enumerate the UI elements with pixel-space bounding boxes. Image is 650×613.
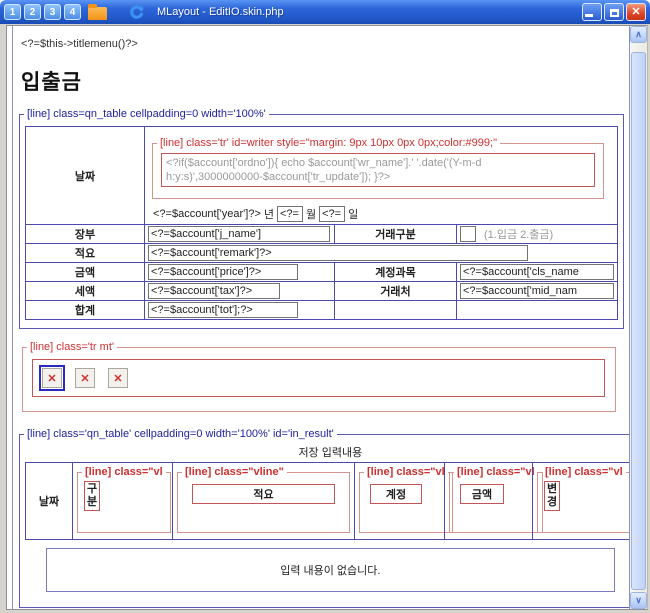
col-label-gubun: 구분 [84, 481, 100, 511]
scroll-thumb[interactable] [631, 52, 646, 590]
vline-legend: [line] class="vl [82, 466, 166, 478]
trade-type-input[interactable] [460, 226, 476, 242]
vline-fieldset: [line] class="vl 금액 [449, 466, 543, 533]
tab-button-2[interactable]: 2 [24, 4, 41, 20]
vline-legend: [line] class="vline" [182, 466, 287, 478]
page-title: 입출금 [21, 66, 626, 96]
empty-result-box: 입력 내용이 없습니다. [46, 548, 615, 592]
vertical-scrollbar[interactable]: ∧ ∨ [630, 26, 647, 609]
table-row-tax: 세액 거래처 [26, 281, 617, 300]
row-label2: 계정과목 [334, 263, 456, 281]
result-header-row: 날짜 [line] class="vl 구분 [line] class="vli… [25, 462, 630, 540]
vline-fieldset: [line] class="vl 계정 [359, 466, 453, 533]
broken-image-button-2[interactable]: ✕ [75, 368, 95, 388]
result-caption: 저장 입력내용 [24, 444, 630, 460]
vline-legend: [line] class="vl [364, 466, 448, 478]
window-title: MLayout - EditIO.skin.php [157, 6, 284, 18]
vline-fieldset: [line] class="vline" 적요 [177, 466, 350, 533]
folder-icon[interactable] [88, 7, 107, 20]
price-input[interactable] [148, 264, 298, 280]
writer-code-box: <?if($account['ordno']){ echo $account['… [161, 153, 595, 187]
writer-line-legend: [line] class='tr' id=writer style="margi… [157, 137, 500, 149]
vline-fieldset: [line] class="vl 구분 [77, 466, 171, 533]
broken-image-button-3[interactable]: ✕ [108, 368, 128, 388]
row-label: 세액 [26, 282, 144, 300]
writer-line-fieldset: [line] class='tr' id=writer style="margi… [152, 137, 604, 199]
empty-result-message: 입력 내용이 없습니다. [280, 562, 380, 578]
year-code: <?=$account['year']?> [153, 208, 261, 220]
row-label: 적요 [26, 244, 144, 262]
close-button[interactable]: ✕ [626, 3, 646, 21]
table-row-price: 금액 계정과목 [26, 262, 617, 281]
row-label: 장부 [26, 225, 144, 243]
result-col-gubun: [line] class="vl 구분 [72, 463, 172, 539]
content-viewport: <?=$this->titlemenu()?> 입출금 [line] class… [6, 25, 648, 610]
day-unit: 일 [348, 206, 358, 222]
empty-cell [334, 301, 456, 319]
empty-cell [456, 301, 617, 319]
in-result-fieldset: [line] class='qn_table' cellpadding=0 wi… [19, 428, 630, 608]
titlemenu-code: <?=$this->titlemenu()?> [21, 38, 626, 50]
scroll-up-icon[interactable]: ∧ [630, 26, 647, 43]
tab-button-3[interactable]: 3 [44, 4, 61, 20]
tab-button-4[interactable]: 4 [64, 4, 81, 20]
date-cell: [line] class='tr' id=writer style="margi… [144, 127, 617, 224]
qn-table-legend: [line] class=qn_table cellpadding=0 widt… [24, 108, 269, 120]
result-col-byeongyeong: [line] class="vl 변경 [532, 463, 630, 539]
clsname-input[interactable] [460, 264, 614, 280]
content-frame: <?=$this->titlemenu()?> 입출금 [line] class… [0, 24, 650, 613]
table-row-jangbu: 장부 거래구분 (1.입금 2.출금) [26, 224, 617, 243]
scroll-track[interactable] [630, 43, 647, 52]
col-label-byeongyeong: 변경 [544, 481, 560, 511]
year-unit: 년 [264, 206, 274, 222]
button-wrap: ✕ [105, 365, 131, 391]
jname-input[interactable] [148, 226, 330, 242]
col-label-gyejeong: 계정 [370, 484, 422, 504]
trmt-inner-box: ✕ ✕ ✕ [32, 359, 605, 397]
tax-input[interactable] [148, 283, 280, 299]
focused-button-wrap: ✕ [39, 365, 65, 391]
month-unit: 월 [306, 206, 316, 222]
table-row-date: 날짜 [line] class='tr' id=writer style="ma… [26, 127, 617, 224]
scroll-down-icon[interactable]: ∨ [630, 592, 647, 609]
trmt-fieldset: [line] class='tr mt' ✕ ✕ ✕ [22, 341, 616, 412]
vline-fieldset: [line] class="vl 변경 [537, 466, 630, 533]
row-label: 금액 [26, 263, 144, 281]
result-col-date: 날짜 [26, 463, 72, 539]
table-row-total: 합계 [26, 300, 617, 319]
close-icon: ✕ [627, 5, 645, 18]
refresh-icon[interactable] [128, 4, 144, 20]
vline-legend: [line] class="vl [454, 466, 538, 478]
trmt-legend: [line] class='tr mt' [27, 341, 117, 353]
col-label-geumaek: 금액 [460, 484, 504, 504]
col-label-jeokyo: 적요 [192, 484, 335, 504]
trade-type-note: (1.입금 2.출금) [484, 226, 553, 242]
maximize-button[interactable] [604, 3, 624, 21]
app-window: 1 2 3 4 MLayout - EditIO.skin.php ✕ <?=$… [0, 0, 650, 613]
title-bar: 1 2 3 4 MLayout - EditIO.skin.php ✕ [0, 0, 650, 24]
io-table: 날짜 [line] class='tr' id=writer style="ma… [25, 126, 618, 320]
broken-image-button-1[interactable]: ✕ [42, 368, 62, 388]
skin-preview-page: <?=$this->titlemenu()?> 입출금 [line] class… [12, 26, 630, 609]
minimize-button[interactable] [582, 3, 602, 21]
result-col-gyejeong: [line] class="vl 계정 [354, 463, 444, 539]
result-col-geumaek: [line] class="vl 금액 [444, 463, 532, 539]
tab-button-1[interactable]: 1 [4, 4, 21, 20]
result-col-jeokyo: [line] class="vline" 적요 [172, 463, 354, 539]
row-label-date: 날짜 [26, 127, 144, 224]
remark-input[interactable] [148, 245, 528, 261]
total-input[interactable] [148, 302, 298, 318]
vline-legend: [line] class="vl [542, 466, 626, 478]
in-result-legend: [line] class='qn_table' cellpadding=0 wi… [24, 428, 337, 440]
row-label: 합계 [26, 301, 144, 319]
month-input[interactable] [277, 206, 303, 222]
row-label2: 거래구분 [334, 225, 456, 243]
qn-table-fieldset: [line] class=qn_table cellpadding=0 widt… [19, 108, 624, 329]
table-row-remark: 적요 [26, 243, 617, 262]
day-input[interactable] [319, 206, 345, 222]
date-line: <?=$account['year']?> 년 월 일 [153, 206, 614, 222]
button-wrap: ✕ [72, 365, 98, 391]
row-label2: 거래처 [334, 282, 456, 300]
midname-input[interactable] [460, 283, 614, 299]
